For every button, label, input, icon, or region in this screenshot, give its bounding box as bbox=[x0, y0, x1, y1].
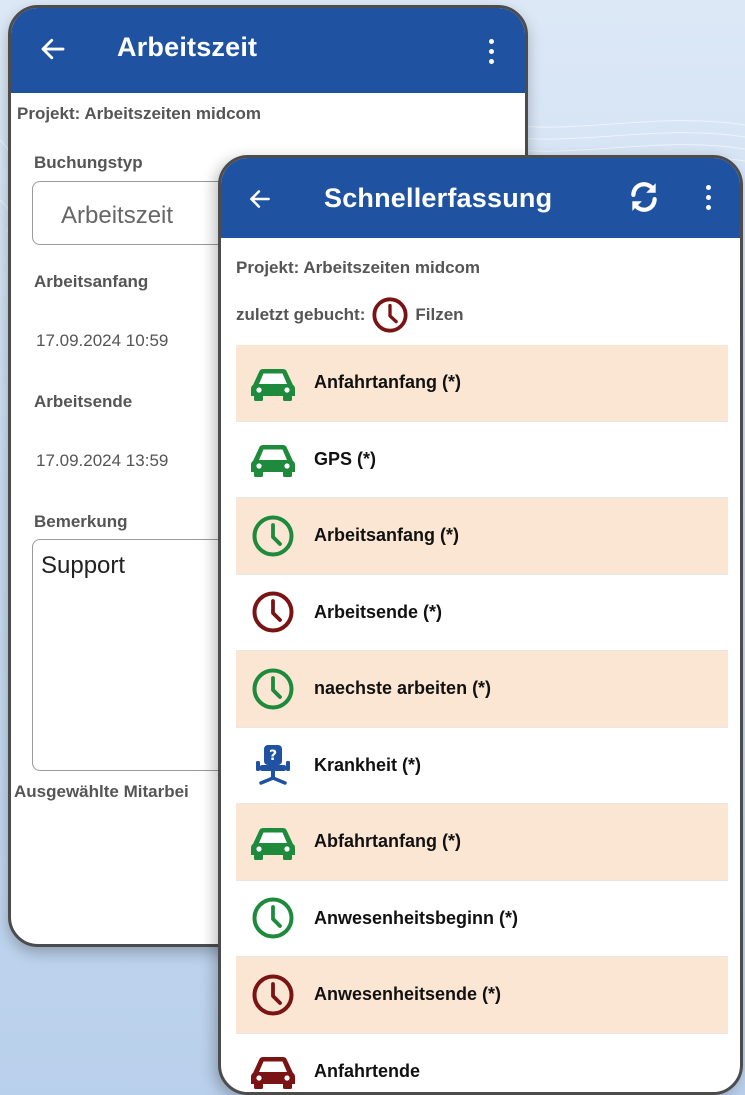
car-icon bbox=[248, 361, 298, 405]
back-arrow-icon[interactable] bbox=[38, 34, 68, 64]
list-item[interactable]: Anwesenheitsende (*) bbox=[236, 957, 728, 1034]
list-item-label: Anfahrtende bbox=[314, 1060, 421, 1081]
list-item-label: Arbeitsanfang (*) bbox=[314, 525, 460, 546]
more-menu-icon[interactable] bbox=[489, 39, 495, 67]
booking-type-label: Buchungstyp bbox=[34, 153, 143, 172]
list-item-label: Abfahrtanfang (*) bbox=[314, 831, 461, 852]
front-app-bar: Schnellerfassung bbox=[221, 158, 740, 238]
back-screen-title: Arbeitszeit bbox=[117, 32, 258, 62]
svg-text:?: ? bbox=[269, 748, 277, 764]
sick-chair-icon: ? bbox=[248, 743, 298, 787]
car-icon bbox=[248, 820, 298, 864]
clock-icon bbox=[248, 896, 298, 940]
work-end-label: Arbeitsende bbox=[34, 392, 133, 411]
list-item[interactable]: Anfahrtanfang (*) bbox=[236, 345, 728, 422]
list-item[interactable]: Anfahrtende bbox=[236, 1033, 728, 1092]
back-app-bar: Arbeitszeit bbox=[11, 8, 525, 93]
last-booked-label: zuletzt gebucht: bbox=[236, 305, 366, 324]
clock-icon bbox=[248, 514, 298, 558]
list-item[interactable]: GPS (*) bbox=[236, 421, 728, 498]
last-booked-row: zuletzt gebucht: Filzen bbox=[236, 293, 464, 337]
list-item-label: Anwesenheitsende (*) bbox=[314, 984, 502, 1005]
refresh-icon[interactable] bbox=[627, 180, 661, 214]
work-start-value[interactable]: 17.09.2024 10:59 bbox=[36, 331, 168, 351]
list-item-label: Arbeitsende (*) bbox=[314, 601, 443, 622]
list-item[interactable]: Abfahrtanfang (*) bbox=[236, 804, 728, 881]
front-phone-screen: Schnellerfassung Projekt: Arbeitszeiten … bbox=[218, 155, 743, 1095]
clock-icon bbox=[248, 667, 298, 711]
work-start-label: Arbeitsanfang bbox=[34, 272, 149, 291]
list-item[interactable]: ? Krankheit (*) bbox=[236, 727, 728, 804]
list-item-label: Anfahrtanfang (*) bbox=[314, 372, 461, 393]
work-end-value[interactable]: 17.09.2024 13:59 bbox=[36, 451, 168, 471]
back-arrow-icon[interactable] bbox=[247, 186, 273, 212]
selected-employees-label: Ausgewählte Mitarbei bbox=[14, 782, 189, 801]
list-item-label: Krankheit (*) bbox=[314, 754, 422, 775]
back-project-label: Projekt: Arbeitszeiten midcom bbox=[17, 104, 262, 123]
remark-label: Bemerkung bbox=[34, 512, 128, 531]
list-item[interactable]: Arbeitsanfang (*) bbox=[236, 498, 728, 575]
list-item[interactable]: naechste arbeiten (*) bbox=[236, 651, 728, 728]
clock-icon bbox=[372, 297, 408, 333]
last-booked-value: Filzen bbox=[415, 305, 464, 324]
list-item[interactable]: Anwesenheitsbeginn (*) bbox=[236, 880, 728, 957]
front-project-label: Projekt: Arbeitszeiten midcom bbox=[236, 258, 481, 277]
clock-icon bbox=[248, 590, 298, 634]
list-item[interactable]: Arbeitsende (*) bbox=[236, 574, 728, 651]
more-menu-icon[interactable] bbox=[706, 185, 712, 213]
list-item-label: naechste arbeiten (*) bbox=[314, 678, 492, 699]
quick-entry-list: Anfahrtanfang (*) GPS (*) Arbeitsanfang … bbox=[236, 345, 728, 1092]
list-item-label: GPS (*) bbox=[314, 448, 377, 469]
car-icon bbox=[248, 437, 298, 481]
front-screen-title: Schnellerfassung bbox=[324, 183, 553, 213]
clock-icon bbox=[248, 973, 298, 1017]
car-icon bbox=[248, 1049, 298, 1092]
list-item-label: Anwesenheitsbeginn (*) bbox=[314, 907, 519, 928]
